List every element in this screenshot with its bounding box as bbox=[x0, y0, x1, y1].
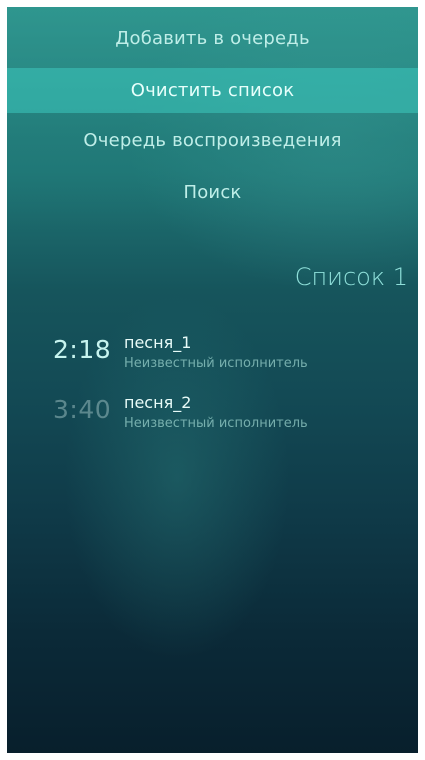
track-artist: Неизвестный исполнитель bbox=[124, 416, 308, 431]
page-title: Список 1 bbox=[294, 263, 408, 291]
track-duration: 3:40 bbox=[53, 395, 112, 424]
track-list-item[interactable]: 3:40 песня_2 Неизвестный исполнитель bbox=[7, 389, 418, 445]
track-artist: Неизвестный исполнитель bbox=[124, 356, 308, 371]
track-duration: 2:18 bbox=[53, 335, 112, 364]
track-list-item[interactable]: 2:18 песня_1 Неизвестный исполнитель bbox=[7, 329, 418, 385]
track-title: песня_2 bbox=[124, 393, 192, 412]
track-title: песня_1 bbox=[124, 333, 192, 352]
pulley-menu: Добавить в очередь Очистить список Очере… bbox=[7, 7, 418, 227]
app-screen: Добавить в очередь Очистить список Очере… bbox=[7, 7, 418, 753]
menu-item-clear-list[interactable]: Очистить список bbox=[7, 68, 418, 113]
menu-item-playback-queue[interactable]: Очередь воспроизведения bbox=[7, 121, 418, 161]
menu-item-add-to-queue[interactable]: Добавить в очередь bbox=[7, 19, 418, 59]
menu-item-search[interactable]: Поиск bbox=[7, 173, 418, 213]
